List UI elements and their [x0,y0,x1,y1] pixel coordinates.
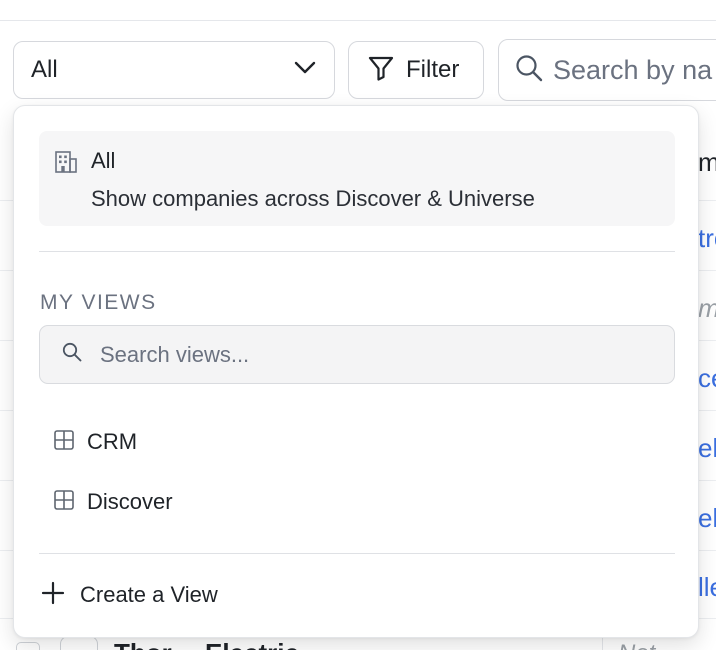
building-icon [53,149,79,180]
table-cell-link[interactable]: ele [698,433,716,464]
create-view-label: Create a View [80,582,218,607]
view-item-discover[interactable]: Discover [39,479,675,525]
view-option-description: Show companies across Discover & Univers… [91,186,535,211]
view-option-all[interactable]: All Show companies across Discover & Uni… [39,131,675,226]
filter-funnel-icon [368,55,394,86]
view-select-value: All [31,56,58,83]
filter-button-label: Filter [406,56,460,83]
view-item-label: CRM [87,429,138,454]
table-grid-icon [53,489,75,516]
view-item-label: Discover [87,489,173,514]
view-item-crm[interactable]: CRM [39,419,675,465]
search-icon [515,54,543,87]
filter-button[interactable]: Filter [348,41,484,99]
companies-page: All Filter Search by na m tro m ce ele e… [0,0,716,650]
table-column-header: m [698,147,716,177]
table-cell-empty: Not [618,640,655,650]
table-cell-link[interactable]: lle [698,572,716,603]
company-search-placeholder: Search by na [553,54,713,85]
company-name[interactable]: Thor… Electric [114,638,299,650]
views-search-input[interactable] [100,341,660,368]
company-search-input[interactable]: Search by na [498,39,716,101]
menu-divider [39,553,675,554]
view-select-menu: All Show companies across Discover & Uni… [13,105,699,638]
plus-icon [41,581,65,610]
header-divider [0,20,716,21]
view-select-dropdown[interactable]: All [13,41,335,99]
table-cell-link[interactable]: ele [698,503,716,534]
views-search-field[interactable] [39,325,675,384]
row-checkbox[interactable] [16,642,40,650]
create-view-button[interactable]: Create a View [39,572,675,618]
menu-divider [39,251,675,252]
table-cell-link[interactable]: ce [698,363,716,394]
table-cell-empty: m [698,293,716,324]
my-views-heading: MY VIEWS [40,291,157,314]
view-option-title: All [91,148,116,173]
table-cell-link[interactable]: tro [698,223,716,254]
table-grid-icon [53,429,75,456]
search-icon [62,342,82,367]
chevron-down-icon [294,61,316,80]
company-logo [60,636,98,650]
